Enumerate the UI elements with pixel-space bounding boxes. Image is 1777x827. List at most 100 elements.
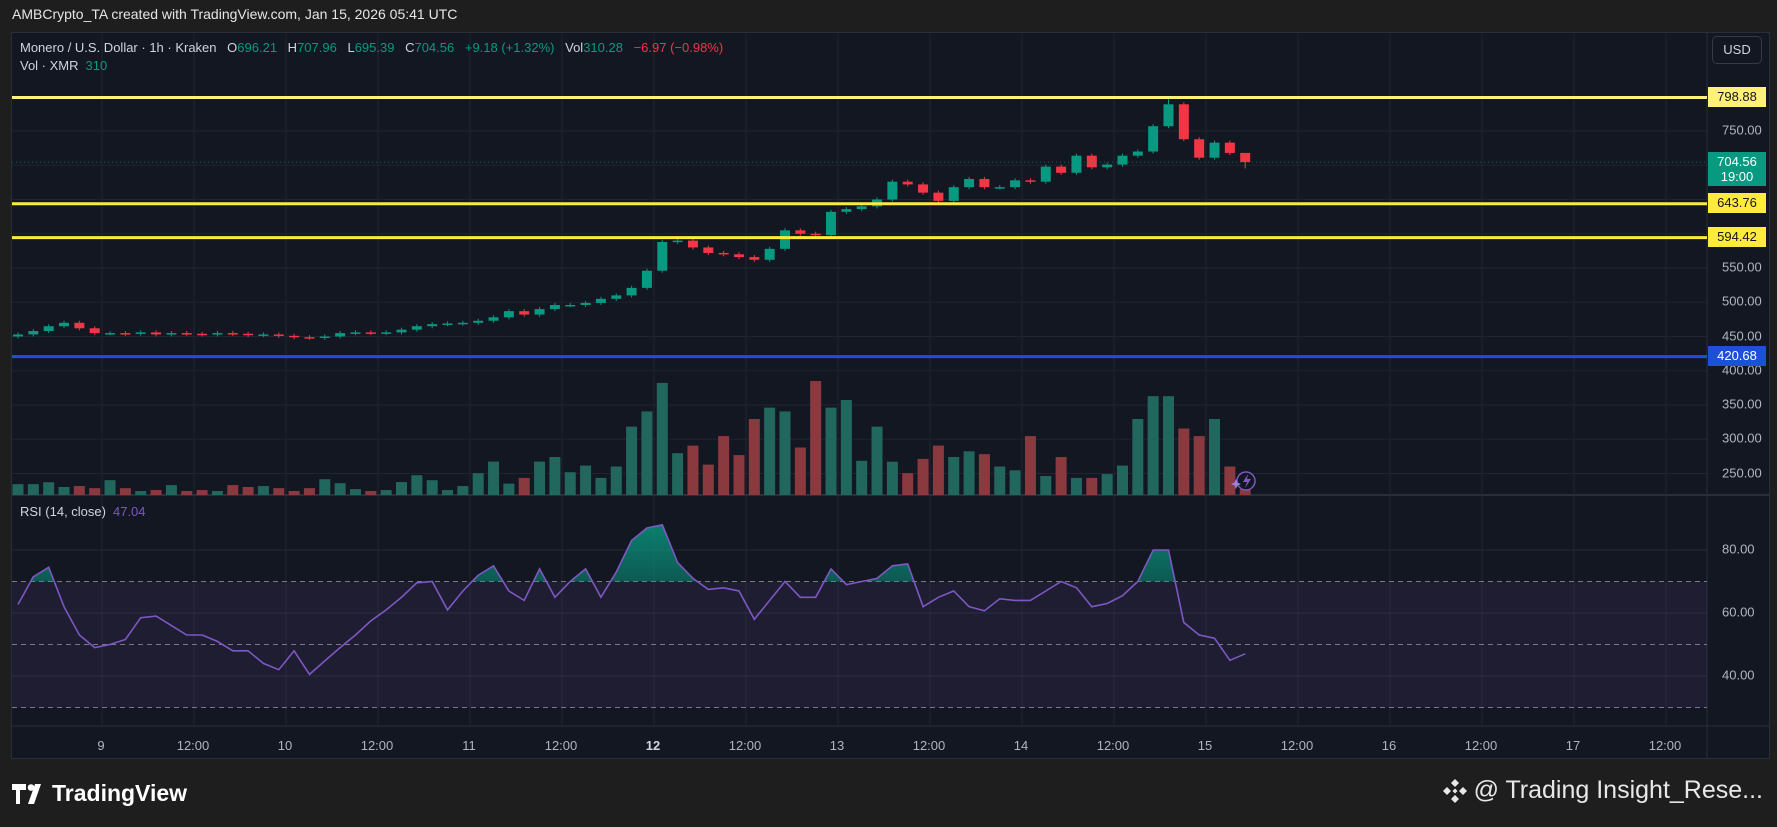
level-price-label: 798.88 xyxy=(1708,86,1766,107)
volume-bar xyxy=(43,482,55,495)
rsi-axis-label: 60.00 xyxy=(1722,604,1755,620)
candle-body xyxy=(212,333,223,335)
volume-bar xyxy=(1070,477,1082,495)
symbol-name[interactable]: Monero / U.S. Dollar · 1h · Kraken xyxy=(20,40,217,55)
volume-bar xyxy=(564,472,576,495)
candle-body xyxy=(151,332,162,335)
volume-bar xyxy=(518,477,530,495)
tradingview-logo-text: TradingView xyxy=(52,780,188,806)
high-value: 707.96 xyxy=(297,40,337,55)
candle-body xyxy=(672,240,683,243)
candle-body xyxy=(641,270,652,288)
time-axis-label: 15 xyxy=(1197,738,1213,753)
candle-body xyxy=(657,241,668,271)
candle-body xyxy=(457,322,468,325)
tradingview-logo-icon xyxy=(12,783,41,804)
volume-indicator-label[interactable]: Vol · XMR xyxy=(20,58,79,73)
candle-body xyxy=(826,211,837,236)
volume-bar xyxy=(1193,436,1205,495)
candle-body xyxy=(795,230,806,234)
candle-body xyxy=(565,304,576,307)
volume-bar xyxy=(810,381,822,495)
volume-bar xyxy=(472,473,484,495)
bar-countdown: 19:00 xyxy=(1720,169,1754,185)
volume-bar xyxy=(534,461,546,495)
time-axis-label: 12:00 xyxy=(1280,738,1314,753)
candle-body xyxy=(335,333,346,337)
level-price-label: 643.76 xyxy=(1708,192,1766,213)
volume-bar xyxy=(150,490,162,495)
current-price-label: 704.56 19:00 xyxy=(1708,152,1766,187)
candle-body xyxy=(519,311,530,315)
volume-bar xyxy=(932,445,944,495)
volume-bar xyxy=(319,479,331,495)
candle-body xyxy=(979,178,990,188)
volume-bar xyxy=(1224,466,1236,495)
currency-button[interactable]: USD xyxy=(1712,36,1762,64)
candle-body xyxy=(89,328,100,334)
time-axis-label: 16 xyxy=(1381,738,1397,753)
candle-body xyxy=(1086,155,1097,168)
candle-body xyxy=(534,309,545,315)
volume-bar xyxy=(656,382,668,495)
candle-body xyxy=(964,178,975,188)
candle-body xyxy=(258,334,269,336)
volume-bar xyxy=(396,482,407,495)
candle-body xyxy=(59,322,70,327)
volume-bar xyxy=(135,491,147,495)
chart-canvas[interactable] xyxy=(12,33,1770,759)
volume-bar xyxy=(948,457,960,495)
candle-body xyxy=(1117,155,1128,165)
price-axis-label: 500.00 xyxy=(1722,293,1762,309)
candle-body xyxy=(1010,180,1021,188)
time-axis-label: 12:00 xyxy=(360,738,394,753)
candle-body xyxy=(580,302,591,305)
volume-bar xyxy=(380,490,392,495)
volume-bar xyxy=(426,480,438,495)
candle-body xyxy=(994,187,1005,189)
price-axis-label: 450.00 xyxy=(1722,328,1762,343)
watermark: @ Trading Insight_Rese... xyxy=(1442,776,1763,805)
volume-bar xyxy=(119,488,131,495)
candle-body xyxy=(933,192,944,201)
volume-bar xyxy=(211,491,223,495)
candle-body xyxy=(411,326,422,330)
time-axis-label: 17 xyxy=(1565,738,1581,753)
vol-label: Vol xyxy=(565,40,584,55)
symbol-legend: Monero / U.S. Dollar · 1h · Kraken O696.… xyxy=(20,40,723,55)
candle-body xyxy=(197,333,208,336)
candle-body xyxy=(841,209,852,212)
candle-body xyxy=(549,304,560,310)
candle-body xyxy=(1194,139,1205,158)
candle-body xyxy=(181,333,192,335)
candle-body xyxy=(810,233,821,236)
volume-bar xyxy=(978,454,990,495)
rsi-label[interactable]: RSI (14, close) xyxy=(20,504,106,519)
open-label: O xyxy=(227,40,238,55)
volume-bar xyxy=(871,426,883,495)
vol-value: 310.28 xyxy=(583,40,623,55)
time-axis-label: 11 xyxy=(462,738,476,753)
volume-bar xyxy=(1163,396,1174,495)
level-price-label: 594.42 xyxy=(1708,226,1766,247)
tradingview-logo: TradingView xyxy=(12,780,187,807)
candle-body xyxy=(442,323,453,325)
candle-body xyxy=(473,320,484,323)
candle-body xyxy=(1025,180,1036,182)
volume-bar xyxy=(457,486,469,495)
volume-bar xyxy=(227,485,239,495)
time-axis-label: 12:00 xyxy=(728,738,762,753)
candle-body xyxy=(626,287,637,296)
chart-panel[interactable] xyxy=(11,32,1770,759)
candle-body xyxy=(105,333,116,335)
rsi-legend: RSI (14, close) 47.04 xyxy=(20,504,146,519)
candle-body xyxy=(1102,164,1113,168)
time-axis-label: 12:00 xyxy=(912,738,946,753)
candle-body xyxy=(166,333,177,335)
candle-body xyxy=(427,324,438,327)
volume-bar xyxy=(365,491,377,495)
candle-body xyxy=(28,331,39,335)
open-value: 696.21 xyxy=(237,40,278,55)
rsi-axis-label: 80.00 xyxy=(1722,541,1755,557)
time-axis-label: 14 xyxy=(1013,738,1029,753)
